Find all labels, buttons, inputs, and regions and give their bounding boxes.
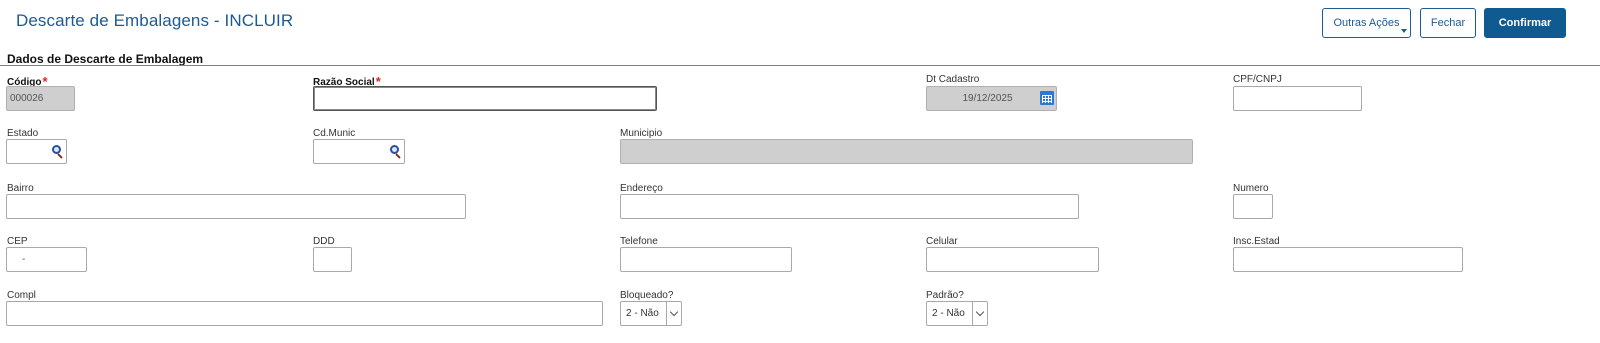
padrao-select[interactable]: 2 - Não (926, 301, 988, 326)
estado-input[interactable] (6, 139, 67, 164)
calendar-icon[interactable] (1040, 91, 1054, 105)
search-icon[interactable] (51, 145, 64, 159)
celular-input[interactable] (926, 247, 1099, 272)
codigo-value: 000026 (10, 93, 44, 104)
other-actions-button[interactable]: Outras Ações (1322, 8, 1411, 38)
chevron-down-icon[interactable] (666, 302, 681, 325)
ddd-input[interactable] (313, 247, 352, 272)
section-title: Dados de Descarte de Embalagem (7, 52, 204, 66)
confirm-button[interactable]: Confirmar (1484, 8, 1566, 38)
compl-input[interactable] (6, 301, 603, 326)
numero-label: Numero (1233, 183, 1269, 194)
insc-estad-input[interactable] (1233, 247, 1463, 272)
telefone-label: Telefone (620, 236, 658, 247)
numero-input[interactable] (1233, 194, 1273, 219)
endereco-input[interactable] (620, 194, 1079, 219)
chevron-down-icon[interactable] (972, 302, 987, 325)
search-icon[interactable] (389, 145, 402, 159)
other-actions-label: Outras Ações (1333, 17, 1400, 29)
cep-input[interactable]: - (6, 247, 87, 272)
insc-estad-label: Insc.Estad (1233, 236, 1280, 247)
padrao-label: Padrão? (926, 290, 964, 301)
dt-cadastro-field: 19/12/2025 (926, 86, 1057, 111)
municipio-label: Municipio (620, 128, 663, 139)
ddd-label: DDD (313, 236, 335, 247)
endereco-label: Endereço (620, 183, 663, 194)
municipio-field (620, 139, 1193, 164)
cpf-cnpj-input[interactable] (1233, 86, 1362, 111)
compl-label: Compl (7, 290, 36, 301)
dt-cadastro-value: 19/12/2025 (962, 93, 1013, 104)
cpf-cnpj-label: CPF/CNPJ (1233, 74, 1282, 85)
bloqueado-select[interactable]: 2 - Não (620, 301, 682, 326)
bairro-label: Bairro (7, 183, 34, 194)
celular-label: Celular (926, 236, 958, 247)
razao-social-input[interactable] (313, 86, 657, 111)
estado-label: Estado (7, 128, 39, 139)
codigo-field: 000026 (6, 86, 75, 111)
cep-label: CEP (7, 236, 28, 247)
page-title: Descarte de Embalagens - INCLUIR (16, 11, 294, 30)
bloqueado-label: Bloqueado? (620, 290, 674, 301)
bairro-input[interactable] (6, 194, 466, 219)
telefone-input[interactable] (620, 247, 792, 272)
cd-munic-label: Cd.Munic (313, 128, 356, 139)
section-divider (0, 65, 1600, 66)
cd-munic-input[interactable] (313, 139, 405, 164)
dt-cadastro-label: Dt Cadastro (926, 74, 980, 85)
caret-down-icon (1401, 29, 1407, 33)
cep-mask: - (22, 254, 26, 265)
close-button[interactable]: Fechar (1420, 8, 1476, 38)
